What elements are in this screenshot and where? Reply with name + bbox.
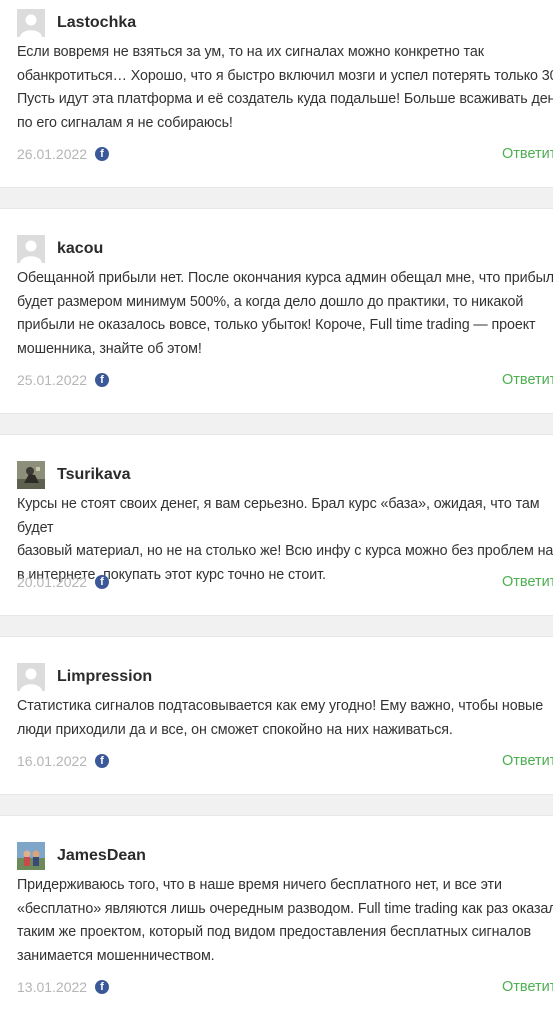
comment-author: Lastochka [57, 14, 137, 31]
comment-date: 26.01.2022 [17, 146, 88, 162]
default-avatar-icon [17, 235, 45, 263]
facebook-icon[interactable]: f [95, 980, 109, 994]
reply-link[interactable]: Ответить [502, 573, 553, 591]
facebook-icon[interactable]: f [95, 373, 109, 387]
comment-text: Статистика сигналов подтасовывается как … [17, 698, 544, 738]
reply-link[interactable]: Ответить [502, 145, 553, 163]
reply-link[interactable]: Ответить [502, 371, 553, 389]
comment-date: 13.01.2022 [17, 979, 88, 995]
comments-list: Lastochka Если вовремя не взяться за ум,… [0, 0, 553, 1024]
comment-card: Limpression Статистика сигналов подтасов… [0, 636, 553, 795]
comment-date: 16.01.2022 [17, 753, 88, 769]
comment-text: Курсы не стоят своих денег, я вам серьез… [17, 496, 553, 583]
comment-date: 25.01.2022 [17, 372, 88, 388]
comment-card: Lastochka Если вовремя не взяться за ум,… [0, 0, 553, 188]
reply-link[interactable]: Ответить [502, 752, 553, 770]
facebook-icon[interactable]: f [95, 754, 109, 768]
comment-author: Tsurikava [57, 466, 131, 483]
default-avatar-icon [17, 663, 45, 691]
facebook-icon[interactable]: f [95, 575, 109, 589]
comment-author: kacou [57, 240, 104, 257]
comment-text: Если вовремя не взяться за ум, то на их … [17, 44, 553, 131]
comment-text: Обещанной прибыли нет. После окончания к… [17, 270, 553, 357]
comment-card: Tsurikava Курсы не стоят своих денег, я … [0, 434, 553, 616]
comment-author: Limpression [57, 668, 153, 685]
default-avatar-icon [17, 9, 45, 37]
comment-date: 20.01.2022 [17, 574, 88, 590]
reply-link[interactable]: Ответить [502, 978, 553, 996]
comment-text: Придерживаюсь того, что в наше время нич… [17, 877, 553, 964]
comment-card: JamesDean Придерживаюсь того, что в наше… [0, 815, 553, 1024]
comment-author: JamesDean [57, 847, 146, 864]
photo-avatar [17, 461, 45, 489]
comment-card: kacou Обещанной прибыли нет. После оконч… [0, 208, 553, 414]
photo-avatar [17, 842, 45, 870]
facebook-icon[interactable]: f [95, 147, 109, 161]
